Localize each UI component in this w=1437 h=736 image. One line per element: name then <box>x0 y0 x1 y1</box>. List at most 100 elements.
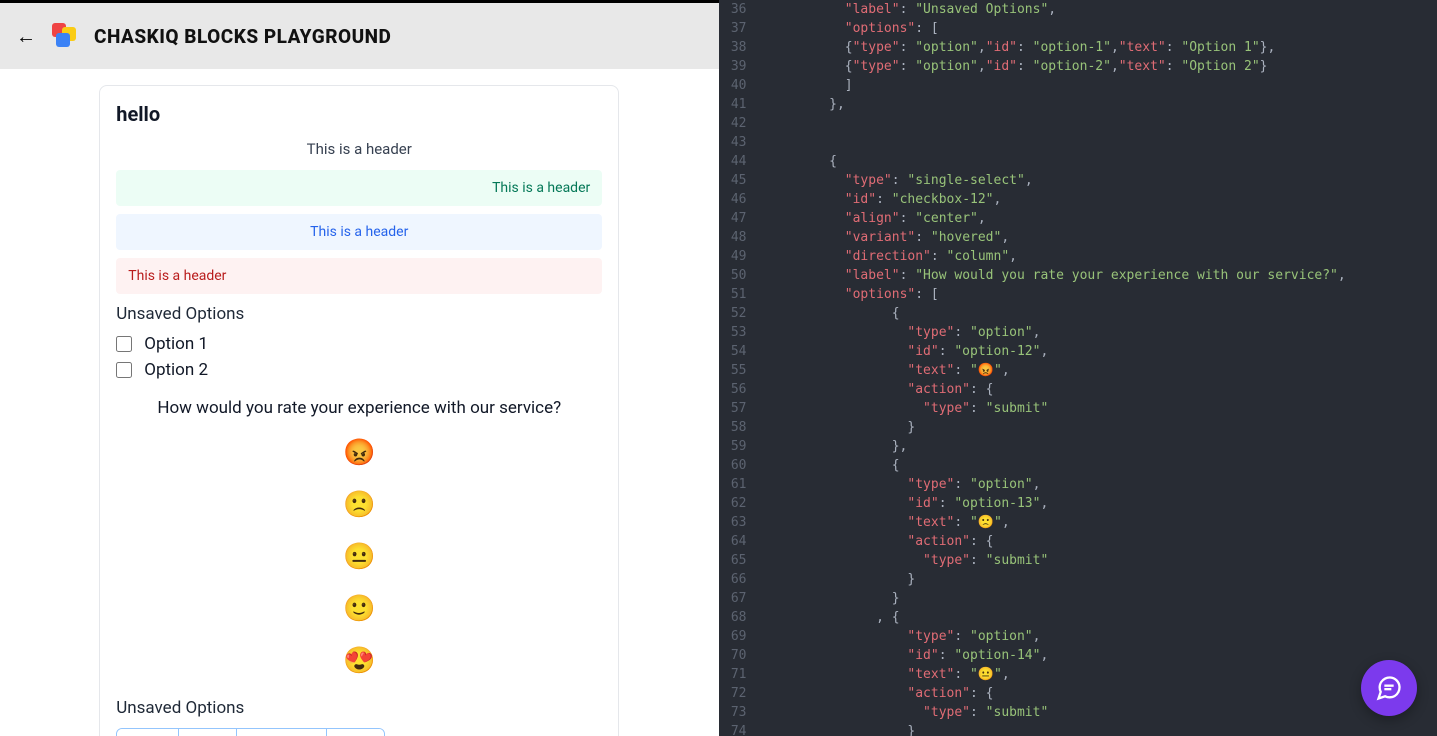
code-content[interactable]: } <box>767 589 1437 608</box>
code-line[interactable]: 71 "text": "😐", <box>719 665 1437 684</box>
code-content[interactable] <box>767 114 1437 133</box>
code-line[interactable]: 41 }, <box>719 95 1437 114</box>
code-line[interactable]: 56 "action": { <box>719 380 1437 399</box>
code-content[interactable]: "id": "option-14", <box>767 646 1437 665</box>
code-content[interactable]: "align": "center", <box>767 209 1437 228</box>
line-number: 55 <box>719 361 767 380</box>
code-content[interactable]: {"type": "option","id": "option-2","text… <box>767 57 1437 76</box>
emoji-option-sad[interactable]: 🙁 <box>116 490 602 520</box>
code-line[interactable]: 44 { <box>719 152 1437 171</box>
code-line[interactable]: 61 "type": "option", <box>719 475 1437 494</box>
code-content[interactable]: {"type": "option","id": "option-1","text… <box>767 38 1437 57</box>
code-line[interactable]: 46 "id": "checkbox-12", <box>719 190 1437 209</box>
code-content[interactable]: "type": "option", <box>767 323 1437 342</box>
code-line[interactable]: 59 }, <box>719 437 1437 456</box>
code-content[interactable]: "type": "option", <box>767 627 1437 646</box>
code-line[interactable]: 54 "id": "option-12", <box>719 342 1437 361</box>
code-line[interactable]: 45 "type": "single-select", <box>719 171 1437 190</box>
code-line[interactable]: 42 <box>719 114 1437 133</box>
code-content[interactable]: , { <box>767 608 1437 627</box>
code-line[interactable]: 37 "options": [ <box>719 19 1437 38</box>
checkbox-input[interactable] <box>116 336 132 352</box>
line-number: 64 <box>719 532 767 551</box>
code-content[interactable]: "options": [ <box>767 19 1437 38</box>
code-content[interactable]: "label": "How would you rate your experi… <box>767 266 1437 285</box>
code-content[interactable]: }, <box>767 437 1437 456</box>
code-line[interactable]: 49 "direction": "column", <box>719 247 1437 266</box>
checkbox-input[interactable] <box>116 362 132 378</box>
code-content[interactable]: "action": { <box>767 532 1437 551</box>
button-uno[interactable]: uno <box>179 729 237 736</box>
code-line[interactable]: 60 { <box>719 456 1437 475</box>
emoji-option-neutral[interactable]: 😐 <box>116 542 602 572</box>
code-content[interactable]: "label": "Unsaved Options", <box>767 0 1437 19</box>
emoji-option-love[interactable]: 😍 <box>116 646 602 676</box>
code-line[interactable]: 57 "type": "submit" <box>719 399 1437 418</box>
card-title: hello <box>116 102 602 126</box>
code-line[interactable]: 58 } <box>719 418 1437 437</box>
code-content[interactable]: "id": "option-12", <box>767 342 1437 361</box>
code-content[interactable]: "id": "checkbox-12", <box>767 190 1437 209</box>
code-content[interactable]: } <box>767 722 1437 736</box>
code-line[interactable]: 50 "label": "How would you rate your exp… <box>719 266 1437 285</box>
code-line[interactable]: 74 } <box>719 722 1437 736</box>
code-line[interactable]: 38 {"type": "option","id": "option-1","t… <box>719 38 1437 57</box>
header-banner-success: This is a header <box>116 170 602 206</box>
code-line[interactable]: 39 {"type": "option","id": "option-2","t… <box>719 57 1437 76</box>
code-content[interactable]: "variant": "hovered", <box>767 228 1437 247</box>
code-line[interactable]: 63 "text": "🙁", <box>719 513 1437 532</box>
code-line[interactable]: 68 , { <box>719 608 1437 627</box>
line-number: 38 <box>719 38 767 57</box>
code-content[interactable]: "text": "😡", <box>767 361 1437 380</box>
code-content[interactable]: "direction": "column", <box>767 247 1437 266</box>
code-line[interactable]: 65 "type": "submit" <box>719 551 1437 570</box>
code-content[interactable]: { <box>767 152 1437 171</box>
code-content[interactable]: "text": "😐", <box>767 665 1437 684</box>
code-line[interactable]: 53 "type": "option", <box>719 323 1437 342</box>
code-line[interactable]: 73 "type": "submit" <box>719 703 1437 722</box>
code-line[interactable]: 40 ] <box>719 76 1437 95</box>
button-tres[interactable]: tres <box>327 729 384 736</box>
button-first[interactable]: First <box>117 729 179 736</box>
checkbox-option-1[interactable]: Option 1 <box>116 334 602 354</box>
checkbox-option-2[interactable]: Option 2 <box>116 360 602 380</box>
code-content[interactable]: "id": "option-13", <box>767 494 1437 513</box>
code-content[interactable]: "type": "option", <box>767 475 1437 494</box>
code-content[interactable]: "action": { <box>767 684 1437 703</box>
button-option1[interactable]: Option 1 <box>237 729 327 736</box>
code-line[interactable]: 55 "text": "😡", <box>719 361 1437 380</box>
code-line[interactable]: 64 "action": { <box>719 532 1437 551</box>
code-content[interactable]: } <box>767 570 1437 589</box>
code-content[interactable]: "type": "submit" <box>767 551 1437 570</box>
code-line[interactable]: 47 "align": "center", <box>719 209 1437 228</box>
code-line[interactable]: 62 "id": "option-13", <box>719 494 1437 513</box>
code-content[interactable]: "type": "submit" <box>767 399 1437 418</box>
emoji-option-happy[interactable]: 🙂 <box>116 594 602 624</box>
code-line[interactable]: 48 "variant": "hovered", <box>719 228 1437 247</box>
code-line[interactable]: 67 } <box>719 589 1437 608</box>
code-line[interactable]: 70 "id": "option-14", <box>719 646 1437 665</box>
code-line[interactable]: 36 "label": "Unsaved Options", <box>719 0 1437 19</box>
code-content[interactable]: "text": "🙁", <box>767 513 1437 532</box>
back-arrow-icon[interactable]: ← <box>16 24 36 49</box>
code-line[interactable]: 72 "action": { <box>719 684 1437 703</box>
code-content[interactable]: "type": "single-select", <box>767 171 1437 190</box>
code-content[interactable] <box>767 133 1437 152</box>
chat-fab-button[interactable] <box>1361 660 1417 716</box>
emoji-option-angry[interactable]: 😡 <box>116 438 602 468</box>
code-line[interactable]: 52 { <box>719 304 1437 323</box>
code-content[interactable]: } <box>767 418 1437 437</box>
code-line[interactable]: 69 "type": "option", <box>719 627 1437 646</box>
header-banner-info: This is a header <box>116 214 602 250</box>
code-editor[interactable]: 36 "label": "Unsaved Options",37 "option… <box>719 0 1437 736</box>
code-content[interactable]: ] <box>767 76 1437 95</box>
code-line[interactable]: 43 <box>719 133 1437 152</box>
code-content[interactable]: { <box>767 304 1437 323</box>
code-content[interactable]: "action": { <box>767 380 1437 399</box>
code-content[interactable]: { <box>767 456 1437 475</box>
code-line[interactable]: 51 "options": [ <box>719 285 1437 304</box>
code-content[interactable]: }, <box>767 95 1437 114</box>
code-line[interactable]: 66 } <box>719 570 1437 589</box>
code-content[interactable]: "type": "submit" <box>767 703 1437 722</box>
code-content[interactable]: "options": [ <box>767 285 1437 304</box>
